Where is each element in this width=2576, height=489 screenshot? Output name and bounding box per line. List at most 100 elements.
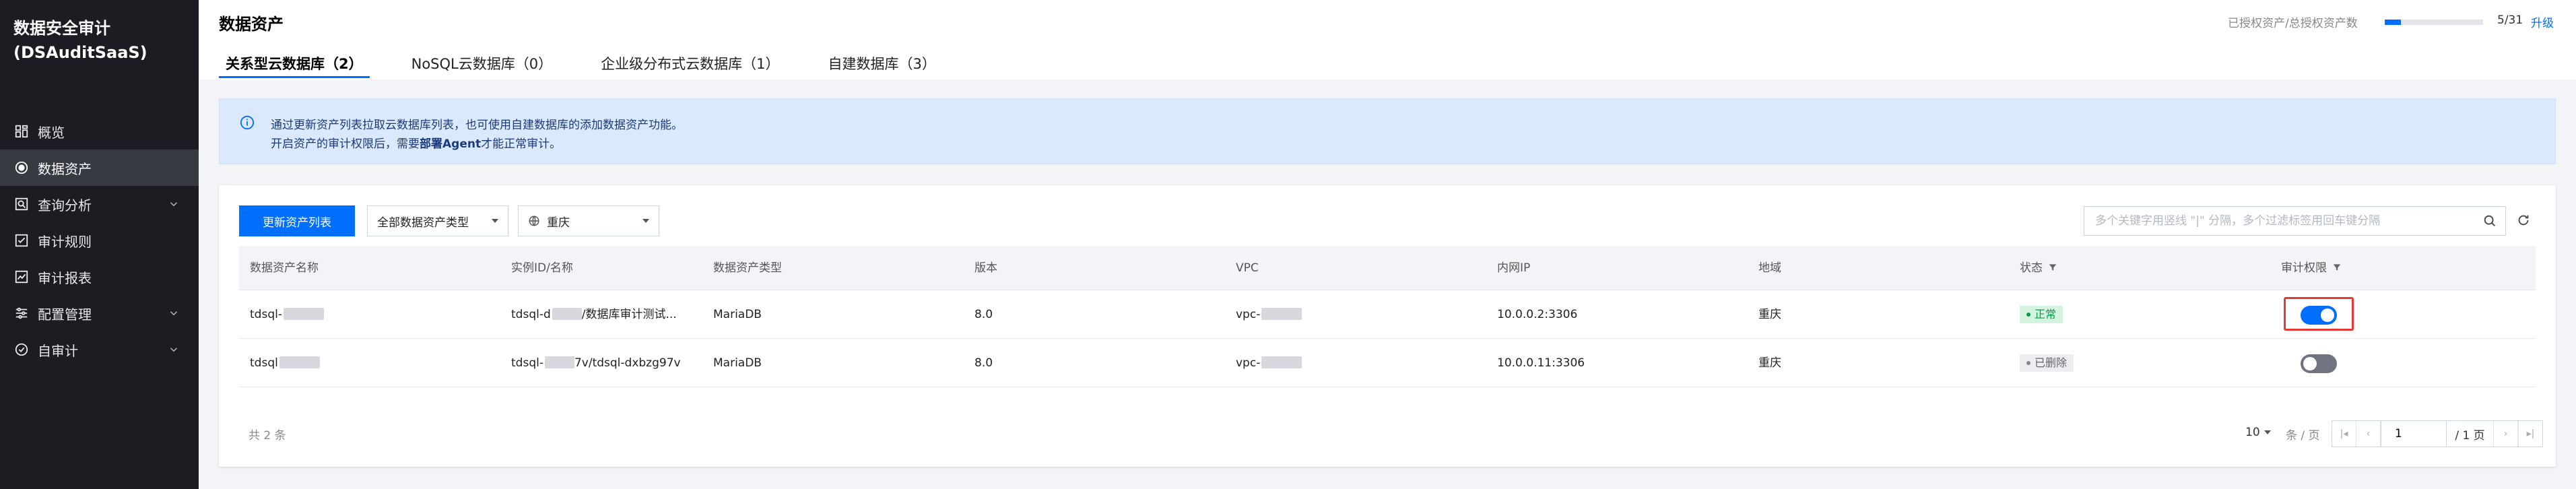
instance-cell: tdsql- 7v/tdsql-dxbzg97v xyxy=(511,339,681,387)
tab-distributed-db[interactable]: 企业级分布式云数据库（1） xyxy=(594,53,786,79)
caret-down-icon xyxy=(2264,430,2271,434)
asset-type-cell: MariaDB xyxy=(713,308,762,321)
vpc-id: vpc- xyxy=(1236,356,1261,370)
asset-name-cell: tdsql xyxy=(250,339,320,387)
status-header-label: 状态 xyxy=(2020,261,2043,275)
toggle-knob xyxy=(2321,308,2334,322)
filter-icon[interactable] xyxy=(2048,263,2057,272)
last-page-button[interactable]: ▸| xyxy=(2518,421,2542,447)
asset-name-cell: tdsql- xyxy=(250,290,324,339)
sidebar-item-label: 概览 xyxy=(38,124,65,141)
refresh-icon[interactable] xyxy=(2516,213,2531,228)
upgrade-link[interactable]: 升级 xyxy=(2531,13,2554,30)
sidebar-item-self-audit[interactable]: 自审计 xyxy=(0,331,199,368)
sidebar-item-audit-reports[interactable]: 审计报表 xyxy=(0,259,199,295)
region-cell: 重庆 xyxy=(1758,308,1781,321)
table-row: tdsql tdsql- 7v/tdsql-dxbzg97v MariaDB 8.… xyxy=(239,339,2536,387)
asset-type-cell: MariaDB xyxy=(713,356,762,370)
table-footer: 共 2 条 10 条 / 页 |◂ ‹ / 1 页 › ▸| xyxy=(239,418,2543,451)
notice-text-post: 才能正常审计。 xyxy=(481,137,562,151)
column-header-private-ip: 内网IP xyxy=(1497,261,1531,275)
version-cell: 8.0 xyxy=(975,356,993,370)
notice-text-line2: 开启资产的审计权限后，需要部署Agent才能正常审计。 xyxy=(271,134,561,151)
next-page-button[interactable]: › xyxy=(2494,421,2518,447)
asset-type-select[interactable]: 全部数据资产类型 xyxy=(367,205,508,236)
quota-progress-fill xyxy=(2385,20,2401,25)
chevron-down-icon xyxy=(170,348,178,352)
self-audit-icon xyxy=(13,341,30,358)
dashboard-icon xyxy=(13,123,30,139)
sidebar-item-label: 自审计 xyxy=(38,342,78,359)
info-notice: 通过更新资产列表拉取云数据库列表，也可使用自建数据库的添加数据资产功能。 开启资… xyxy=(219,98,2556,164)
masked-text xyxy=(1261,356,1302,368)
table-header: 数据资产名称 实例ID/名称 数据资产类型 版本 VPC 内网IP 地域 状态 … xyxy=(239,246,2536,290)
status-cell: 正常 xyxy=(2020,290,2063,339)
column-header-asset-name: 数据资产名称 xyxy=(250,261,319,275)
quota-progress-bar xyxy=(2385,20,2483,25)
sidebar-item-label: 查询分析 xyxy=(38,197,92,214)
region-select[interactable]: 重庆 xyxy=(518,205,659,236)
page-number-input[interactable] xyxy=(2381,421,2447,447)
status-cell: 已删除 xyxy=(2020,339,2074,387)
sidebar-item-config-management[interactable]: 配置管理 xyxy=(0,295,199,331)
sidebar-item-overview[interactable]: 概览 xyxy=(0,113,199,150)
first-page-button[interactable]: |◂ xyxy=(2332,421,2356,447)
sidebar-item-query-analysis[interactable]: 查询分析 xyxy=(0,186,199,222)
tab-nosql-db[interactable]: NoSQL云数据库（0） xyxy=(405,53,559,79)
column-header-instance: 实例ID/名称 xyxy=(511,261,573,275)
report-icon xyxy=(13,269,30,285)
search-icon[interactable] xyxy=(2482,214,2497,228)
caret-down-icon xyxy=(492,219,498,223)
search-input[interactable] xyxy=(2084,207,2468,235)
quota-label: 已授权资产/总授权资产数 xyxy=(2228,17,2358,30)
masked-text xyxy=(552,308,582,320)
asset-table-card: 更新资产列表 全部数据资产类型 重庆 数据资产名称 实例ID/名称 数据资产类型… xyxy=(219,185,2556,467)
column-header-status: 状态 xyxy=(2020,246,2057,290)
private-ip-cell: 10.0.0.2:3306 xyxy=(1497,308,1578,321)
search-box[interactable] xyxy=(2084,206,2506,236)
config-icon xyxy=(13,305,30,321)
instance-id-prefix: tdsql-d xyxy=(511,308,551,321)
audit-permission-toggle[interactable] xyxy=(2301,306,2337,325)
total-pages: / 1 页 xyxy=(2447,421,2494,447)
asset-type-select-value: 全部数据资产类型 xyxy=(377,216,469,230)
audit-header-label: 审计权限 xyxy=(2281,261,2327,275)
instance-id-prefix: tdsql- xyxy=(511,356,543,370)
tab-relational-db[interactable]: 关系型云数据库（2） xyxy=(219,53,370,79)
status-dot xyxy=(2026,361,2030,365)
pagination: |◂ ‹ / 1 页 › ▸| xyxy=(2332,420,2543,447)
update-asset-list-button[interactable]: 更新资产列表 xyxy=(239,205,355,236)
deploy-agent-text: 部署Agent xyxy=(420,137,482,151)
sidebar-item-data-assets[interactable]: 数据资产 xyxy=(0,150,199,186)
per-page-label: 条 / 页 xyxy=(2286,429,2320,443)
status-badge: 已删除 xyxy=(2020,354,2074,372)
page-title: 数据资产 xyxy=(219,15,284,34)
notice-text-line1: 通过更新资产列表拉取云数据库列表，也可使用自建数据库的添加数据资产功能。 xyxy=(271,119,683,132)
masked-text xyxy=(544,356,574,368)
sidebar-item-label: 审计规则 xyxy=(38,233,92,250)
quota-count: 5/31 xyxy=(2497,13,2523,27)
instance-name: 7v/tdsql-dxbzg97v xyxy=(574,356,681,370)
globe-icon xyxy=(529,216,539,226)
app-title-line2: (DSAuditSaaS) xyxy=(13,43,147,62)
instance-name: /数据库审计测试... xyxy=(581,308,677,321)
private-ip-cell: 10.0.0.11:3306 xyxy=(1497,356,1585,370)
page-size-select[interactable]: 10 xyxy=(2245,426,2271,439)
database-icon xyxy=(13,160,30,176)
tab-self-built-db[interactable]: 自建数据库（3） xyxy=(821,53,942,79)
prev-page-button[interactable]: ‹ xyxy=(2356,421,2381,447)
sidebar-item-label: 数据资产 xyxy=(38,160,92,177)
filter-icon[interactable] xyxy=(2332,263,2342,272)
rule-icon xyxy=(13,232,30,249)
sidebar-item-audit-rules[interactable]: 审计规则 xyxy=(0,222,199,259)
status-dot xyxy=(2026,313,2030,317)
vpc-cell: vpc- xyxy=(1236,290,1302,339)
caret-down-icon xyxy=(642,219,649,223)
column-header-asset-type: 数据资产类型 xyxy=(713,261,782,275)
audit-permission-toggle[interactable] xyxy=(2301,354,2337,373)
sidebar-nav: 概览 数据资产 查询分析 审计规则 审计报表 配置管理 自审计 xyxy=(0,113,199,368)
column-header-audit-permission: 审计权限 xyxy=(2281,246,2342,290)
sidebar-item-label: 配置管理 xyxy=(38,306,92,323)
asset-table: 数据资产名称 实例ID/名称 数据资产类型 版本 VPC 内网IP 地域 状态 … xyxy=(239,246,2536,387)
status-text: 正常 xyxy=(2035,308,2057,321)
